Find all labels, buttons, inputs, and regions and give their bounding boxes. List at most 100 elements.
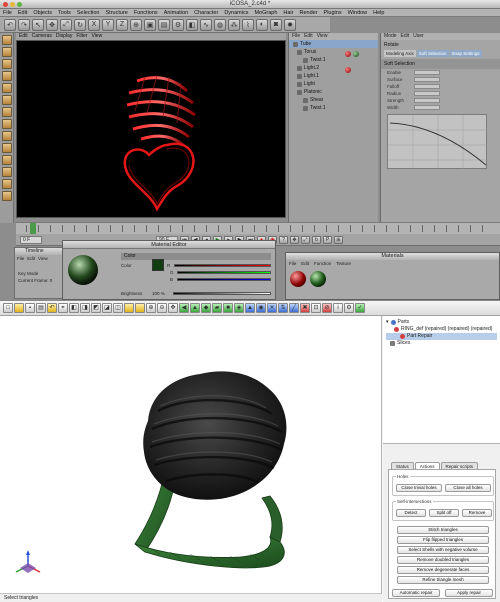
menu-item-14[interactable]: Window <box>345 9 371 16</box>
top-view-icon[interactable] <box>124 303 134 313</box>
tree-item-part[interactable]: RING_def (repaired) (repaired) (repaired… <box>386 326 497 333</box>
open-file-icon[interactable] <box>14 303 24 313</box>
c4d-viewport[interactable] <box>16 40 286 218</box>
object-item[interactable]: Twist.1 <box>289 56 378 64</box>
right-view-icon[interactable]: ◫ <box>113 303 123 313</box>
menu-item-4[interactable]: Selection <box>74 9 103 16</box>
invert-selection-icon[interactable]: ◈ <box>234 303 244 313</box>
remove-icon[interactable]: ✕ <box>267 303 277 313</box>
animation-mode-icon[interactable] <box>1 167 12 177</box>
object-manager-menu-item-0[interactable]: File <box>292 33 300 40</box>
select-arrow-icon[interactable]: ◀ <box>179 303 189 313</box>
texture-mode-icon[interactable] <box>1 59 12 69</box>
timeline-menu-item-1[interactable]: Edit <box>27 256 35 261</box>
menu-item-6[interactable]: Functions <box>131 9 161 16</box>
zoom-out-icon[interactable]: ⊖ <box>157 303 167 313</box>
menu-item-12[interactable]: Render <box>297 9 321 16</box>
select-surface-icon[interactable]: ▰ <box>212 303 222 313</box>
edges-mode-icon[interactable] <box>1 95 12 105</box>
select-triangle-icon[interactable]: ▲ <box>190 303 200 313</box>
viewport-menu-item-0[interactable]: Edit <box>19 33 28 40</box>
stitch-triangles-button[interactable]: Stitch triangles <box>397 526 489 534</box>
attributes-tab-1[interactable]: Soft Selection <box>416 50 449 57</box>
automatic-repair-button[interactable]: Automatic repair <box>392 589 440 597</box>
green-material-icon[interactable] <box>310 271 326 287</box>
object-item[interactable]: Light.1 <box>289 72 378 80</box>
pan-icon[interactable]: ✥ <box>168 303 178 313</box>
viewport-menu-item-2[interactable]: Display <box>56 33 72 40</box>
brightness-value[interactable]: 100 % <box>152 291 170 296</box>
object-manager-menu-item-1[interactable]: Edit <box>304 33 313 40</box>
rotation-key-icon[interactable]: ↻ <box>312 235 321 244</box>
select-all-icon[interactable]: ■ <box>223 303 233 313</box>
points-mode-icon[interactable] <box>1 83 12 93</box>
front-view-icon[interactable]: ◨ <box>80 303 90 313</box>
tweak-mode-icon[interactable] <box>1 131 12 141</box>
undo-icon[interactable]: ↶ <box>4 18 16 31</box>
tree-item-part-repair[interactable]: Part Repair <box>386 333 497 340</box>
lock-icon[interactable] <box>1 179 12 189</box>
animation-timeline[interactable] <box>16 222 500 234</box>
object-item[interactable]: Tube <box>289 40 378 48</box>
timeline-playhead[interactable] <box>30 223 36 234</box>
menu-item-5[interactable]: Structure <box>103 9 131 16</box>
expand-icon[interactable]: ▾ <box>386 319 389 326</box>
object-manager-menu-item-2[interactable]: View <box>317 33 328 40</box>
move-icon[interactable]: ✥ <box>46 18 58 31</box>
menu-item-13[interactable]: Plugins <box>321 9 345 16</box>
attribute-field[interactable] <box>414 91 440 96</box>
edge-icon[interactable]: ╱ <box>289 303 299 313</box>
rotate-icon[interactable]: ↻ <box>74 18 86 31</box>
materials-menu-item-2[interactable]: Function <box>314 261 331 266</box>
menu-item-9[interactable]: Dynamics <box>221 9 251 16</box>
fill-hole-icon[interactable]: ◉ <box>256 303 266 313</box>
tree-item-slices[interactable]: Slices <box>386 340 497 347</box>
z-axis-icon[interactable]: Z <box>116 18 128 31</box>
workplane-icon[interactable] <box>1 71 12 81</box>
materials-menu-item-1[interactable]: Edit <box>301 261 309 266</box>
delete-selected-icon[interactable]: ✖ <box>300 303 310 313</box>
cube-icon[interactable]: ◧ <box>186 18 198 31</box>
nurbs-icon[interactable]: ◍ <box>214 18 226 31</box>
position-key-icon[interactable]: ✥ <box>290 235 299 244</box>
red-material-icon[interactable] <box>290 271 306 287</box>
material-tag-icon[interactable] <box>345 67 351 73</box>
menu-item-10[interactable]: MoGraph <box>251 9 280 16</box>
keyframe-selection-icon[interactable]: ? <box>279 235 288 244</box>
object-item[interactable]: Shear <box>289 96 378 104</box>
attributes-menu-item-2[interactable]: User <box>413 33 424 40</box>
apply-check-icon[interactable]: ✓ <box>355 303 365 313</box>
viewport-menu-item-4[interactable]: View <box>91 33 102 40</box>
start-frame-field[interactable]: 0 F <box>20 235 42 244</box>
undo-icon[interactable]: ↶ <box>47 303 57 313</box>
flip-icon[interactable]: ⇅ <box>278 303 288 313</box>
detect-button[interactable]: Detect <box>396 509 426 517</box>
material-tag-icon[interactable] <box>345 51 351 57</box>
menu-item-11[interactable]: Hair <box>280 9 296 16</box>
menu-item-7[interactable]: Animation <box>161 9 191 16</box>
environment-icon[interactable]: ◐ <box>256 18 268 31</box>
light-icon[interactable]: ✹ <box>284 18 296 31</box>
scale-key-icon[interactable]: ⤢ <box>301 235 310 244</box>
green-slider[interactable] <box>177 270 271 274</box>
close-trivial-holes-button[interactable]: Close trivial holes <box>396 484 442 492</box>
refine-triangle-mesh-button[interactable]: Refine triangle mesh <box>397 576 489 584</box>
render-view-icon[interactable]: ▣ <box>144 18 156 31</box>
new-project-icon[interactable]: □ <box>3 303 13 313</box>
object-item[interactable]: Platonic <box>289 88 378 96</box>
timeline-menu-item-0[interactable]: File <box>17 256 24 261</box>
attributes-menu-item-1[interactable]: Edit <box>401 33 410 40</box>
brightness-slider[interactable] <box>173 291 271 295</box>
pla-key-icon[interactable]: ⊞ <box>334 235 343 244</box>
blue-slider[interactable] <box>177 277 271 281</box>
object-item[interactable]: Twist.1 <box>289 104 378 112</box>
y-axis-icon[interactable]: Y <box>102 18 114 31</box>
info-icon[interactable]: i <box>333 303 343 313</box>
redo-icon[interactable]: ↷ <box>18 18 30 31</box>
attribute-field[interactable] <box>414 105 440 110</box>
save-icon[interactable]: ▪ <box>25 303 35 313</box>
camera-icon[interactable]: ◙ <box>270 18 282 31</box>
live-select-icon[interactable]: ↖ <box>32 18 44 31</box>
settings-icon[interactable]: ⚙ <box>344 303 354 313</box>
materials-menu-item-3[interactable]: Texture <box>336 261 351 266</box>
